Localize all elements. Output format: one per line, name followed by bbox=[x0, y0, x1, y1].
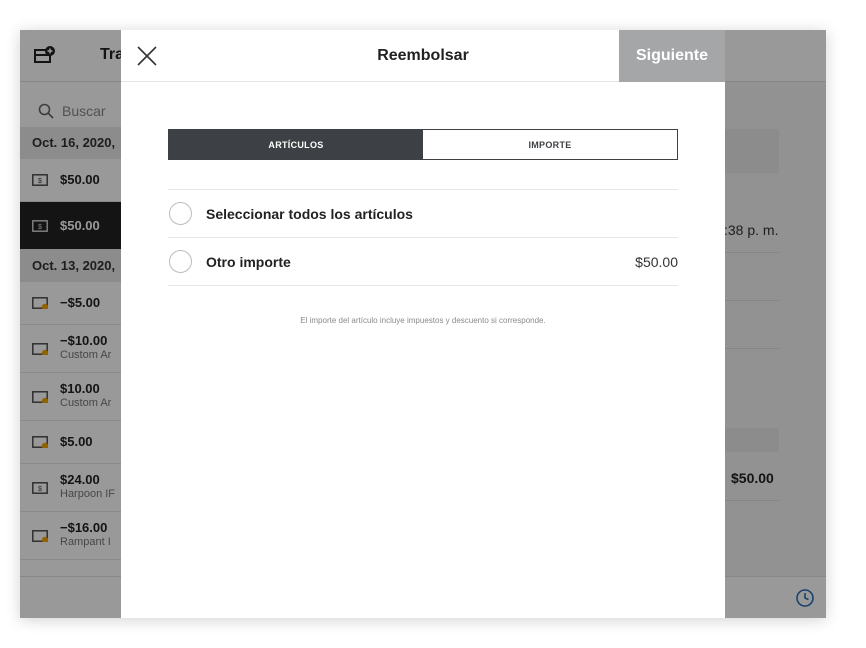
close-button[interactable] bbox=[129, 38, 165, 74]
refund-options: Seleccionar todos los artículos Otro imp… bbox=[168, 189, 678, 286]
option-label: Seleccionar todos los artículos bbox=[206, 205, 413, 222]
select-all-items-option[interactable]: Seleccionar todos los artículos bbox=[168, 190, 678, 238]
next-button[interactable]: Siguiente bbox=[619, 30, 725, 82]
other-amount-option[interactable]: Otro importe $50.00 bbox=[168, 238, 678, 286]
option-label: Otro importe bbox=[206, 253, 291, 270]
tab-items[interactable]: ARTÍCULOS bbox=[169, 130, 423, 159]
radio-button[interactable] bbox=[169, 202, 192, 225]
refund-type-segmented-control: ARTÍCULOS IMPORTE bbox=[168, 129, 678, 160]
ipad-screen: Tra Buscar Oct. 16, 2020, $ $50.00 $ $50… bbox=[20, 30, 826, 618]
refund-modal: Reembolsar Siguiente ARTÍCULOS IMPORTE S… bbox=[121, 30, 725, 618]
close-icon bbox=[137, 46, 157, 66]
tab-amount[interactable]: IMPORTE bbox=[423, 130, 677, 159]
tax-note: El importe del artículo incluye impuesto… bbox=[300, 316, 546, 325]
radio-button[interactable] bbox=[169, 250, 192, 273]
option-amount: $50.00 bbox=[635, 253, 678, 270]
modal-header: Reembolsar Siguiente bbox=[121, 30, 725, 82]
